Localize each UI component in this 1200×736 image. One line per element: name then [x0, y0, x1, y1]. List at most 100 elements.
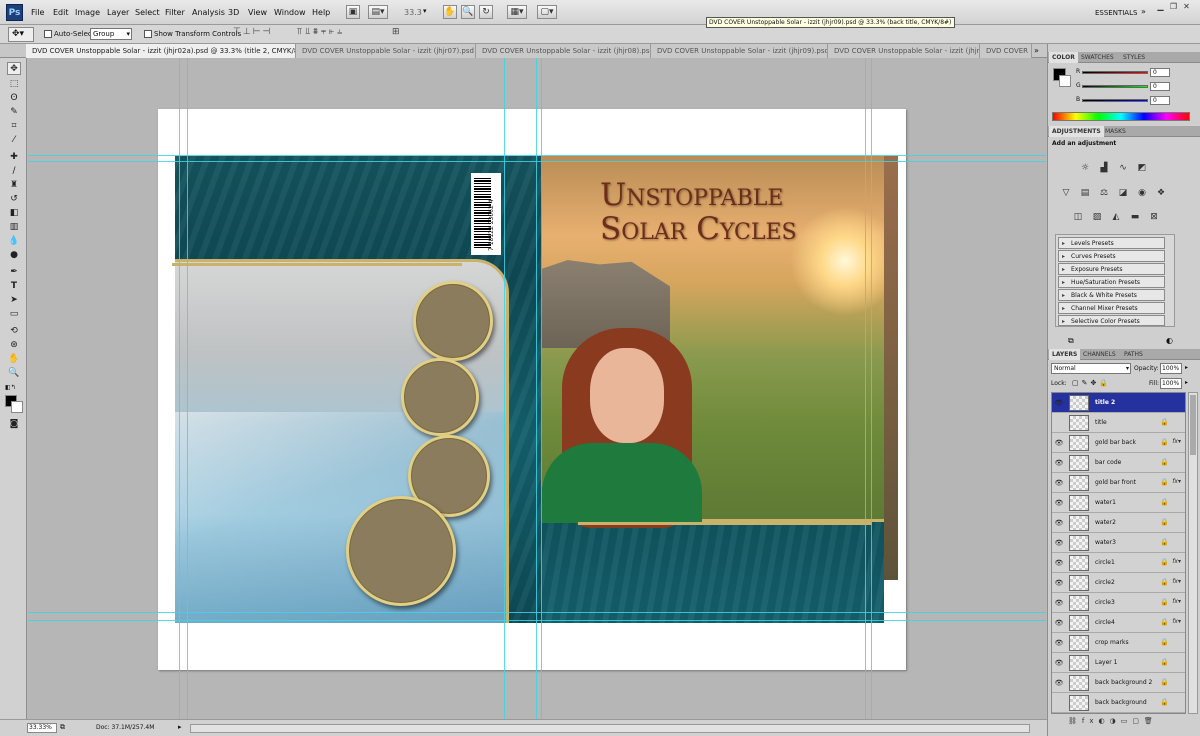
menu-layer[interactable]: Layer [107, 8, 129, 17]
fill-field[interactable]: 100% [1160, 378, 1182, 389]
menu-select[interactable]: Select [135, 8, 160, 17]
selective-color-icon[interactable]: ⊠ [1148, 211, 1160, 223]
visibility-eye-icon[interactable]: 👁 [1054, 458, 1064, 468]
brightness-contrast-icon[interactable]: ☼ [1079, 162, 1091, 174]
show-transform-checkbox[interactable] [144, 30, 152, 38]
chevron-down-icon[interactable]: ▾ [423, 7, 427, 15]
visibility-eye-icon[interactable]: 👁 [1054, 478, 1064, 488]
visibility-eye-icon[interactable] [1054, 698, 1064, 708]
zoom-field[interactable]: 33.33% [27, 723, 57, 733]
adjustment-options-icon[interactable]: ◐ [1166, 336, 1173, 345]
layer-row[interactable]: 👁 gold bar back 🔒 fx▾ [1052, 433, 1185, 453]
green-slider[interactable] [1082, 85, 1148, 88]
default-colors-icon[interactable]: ◧↰ [5, 384, 16, 391]
layer-effects-icon[interactable]: fx▾ [1172, 438, 1181, 445]
layers-scroll-thumb[interactable] [1190, 395, 1196, 455]
visibility-eye-icon[interactable]: 👁 [1054, 658, 1064, 668]
layer-row[interactable]: 👁 back background 2 🔒 [1052, 673, 1185, 693]
visibility-eye-icon[interactable]: 👁 [1054, 638, 1064, 648]
gradient-map-icon[interactable]: ▬ [1129, 211, 1141, 223]
eraser-tool-icon[interactable]: ◧ [7, 207, 21, 220]
tab-document[interactable]: DVD COVER Unstoppable Solar - izzit (jhj… [476, 44, 651, 58]
red-value[interactable]: 0 [1150, 68, 1170, 77]
screen-mode-icon[interactable]: ▢▾ [537, 5, 557, 19]
menu-filter[interactable]: Filter [165, 8, 185, 17]
layer-effects-icon[interactable]: fx▾ [1172, 578, 1181, 585]
photo-filter-icon[interactable]: ◉ [1136, 187, 1148, 199]
blend-mode-select[interactable]: Normal ▾ [1051, 363, 1131, 374]
layer-row[interactable]: 👁 water1 🔒 [1052, 493, 1185, 513]
3d-orbit-tool-icon[interactable]: ⊛ [7, 339, 21, 352]
document-canvas[interactable]: 7 18122 23062 4 Unstoppable Solar Cycles [158, 109, 906, 670]
visibility-eye-icon[interactable]: 👁 [1054, 678, 1064, 688]
menu-help[interactable]: Help [312, 8, 330, 17]
layer-row[interactable]: 👁 Layer 1 🔒 [1052, 653, 1185, 673]
layer-row[interactable]: 👁 circle4 🔒 fx▾ [1052, 613, 1185, 633]
hand-icon[interactable]: ✋ [443, 5, 457, 19]
tab-channels[interactable]: CHANNELS [1080, 349, 1119, 360]
layer-effects-icon[interactable]: fx▾ [1172, 618, 1181, 625]
pen-tool-icon[interactable]: ✒ [7, 266, 21, 279]
status-menu-arrow-icon[interactable]: ▸ [178, 723, 182, 731]
layer-row[interactable]: title 🔒 [1052, 413, 1185, 433]
zoom-icon[interactable]: 🔍 [461, 5, 475, 19]
layers-scrollbar[interactable] [1188, 392, 1198, 714]
shape-tool-icon[interactable]: ▭ [7, 308, 21, 321]
tab-document[interactable]: DVD COVER [980, 44, 1032, 58]
tab-masks[interactable]: MASKS [1102, 126, 1129, 137]
tab-adjustments[interactable]: ADJUSTMENTS [1049, 126, 1104, 137]
tab-document[interactable]: DVD COVER Unstoppable Solar - izzit (jhj… [296, 44, 476, 58]
visibility-eye-icon[interactable]: 👁 [1054, 538, 1064, 548]
black-white-icon[interactable]: ◪ [1117, 187, 1129, 199]
auto-align-icon[interactable]: ⊞ [392, 27, 406, 41]
visibility-eye-icon[interactable] [1054, 418, 1064, 428]
layer-row[interactable]: 👁 water2 🔒 [1052, 513, 1185, 533]
visibility-eye-icon[interactable]: 👁 [1054, 578, 1064, 588]
visibility-eye-icon[interactable]: 👁 [1054, 618, 1064, 628]
visibility-eye-icon[interactable]: 👁 [1054, 498, 1064, 508]
menu-window[interactable]: Window [274, 8, 306, 17]
crop-tool-icon[interactable]: ⌗ [7, 120, 21, 133]
color-balance-icon[interactable]: ⚖ [1098, 187, 1110, 199]
preset-hue-saturation[interactable]: Hue/Saturation Presets [1058, 276, 1165, 288]
type-tool-icon[interactable]: T [7, 280, 21, 293]
lock-buttons[interactable]: ▢✎✥🔒 [1072, 379, 1111, 387]
layer-row[interactable]: 👁 circle2 🔒 fx▾ [1052, 573, 1185, 593]
posterize-icon[interactable]: ▨ [1091, 211, 1103, 223]
close-icon[interactable]: ✕ [1181, 2, 1192, 11]
healing-brush-tool-icon[interactable]: ✚ [7, 151, 21, 164]
visibility-eye-icon[interactable]: 👁 [1054, 438, 1064, 448]
color-spectrum-bar[interactable] [1052, 112, 1190, 121]
menu-image[interactable]: Image [75, 8, 100, 17]
move-tool-icon[interactable]: ✥ [7, 62, 21, 75]
red-slider[interactable] [1082, 71, 1148, 74]
3d-rotate-tool-icon[interactable]: ⟲ [7, 325, 21, 338]
layer-effects-icon[interactable]: fx▾ [1172, 598, 1181, 605]
align-buttons[interactable]: ⊤⊥⊢⊣ [233, 27, 281, 41]
zoom-level[interactable]: 33.3 [404, 8, 422, 17]
curves-icon[interactable]: ∿ [1117, 162, 1129, 174]
visibility-eye-icon[interactable]: 👁 [1054, 598, 1064, 608]
visibility-eye-icon[interactable]: 👁 [1054, 398, 1064, 408]
layer-row[interactable]: back background 🔒 [1052, 693, 1185, 713]
workspace-switcher[interactable]: ESSENTIALS [1095, 9, 1137, 17]
preset-exposure[interactable]: Exposure Presets [1058, 263, 1165, 275]
preset-curves[interactable]: Curves Presets [1058, 250, 1165, 262]
menu-file[interactable]: File [31, 8, 44, 17]
auto-select-dropdown[interactable]: Group ▾ [90, 28, 132, 40]
layer-effects-icon[interactable]: fx▾ [1172, 478, 1181, 485]
move-tool-preset-icon[interactable]: ✥▾ [8, 27, 34, 42]
tab-document[interactable]: DVD COVER Unstoppable Solar - izzit (jhj… [651, 44, 828, 58]
visibility-eye-icon[interactable]: 👁 [1054, 518, 1064, 528]
menu-3d[interactable]: 3D [228, 8, 239, 17]
tab-layers[interactable]: LAYERS [1049, 349, 1081, 360]
history-brush-tool-icon[interactable]: ↺ [7, 193, 21, 206]
tab-color[interactable]: COLOR [1049, 52, 1078, 63]
layer-row[interactable]: 👁 water3 🔒 [1052, 533, 1185, 553]
opacity-arrow-icon[interactable]: ▸ [1185, 364, 1188, 371]
background-color-swatch[interactable] [11, 401, 23, 413]
tab-document-active[interactable]: DVD COVER Unstoppable Solar - izzit (jhj… [26, 44, 296, 58]
path-select-tool-icon[interactable]: ➤ [7, 294, 21, 307]
layer-row[interactable]: 👁 title 2 [1052, 393, 1185, 413]
preset-selective-color[interactable]: Selective Color Presets [1058, 315, 1165, 327]
